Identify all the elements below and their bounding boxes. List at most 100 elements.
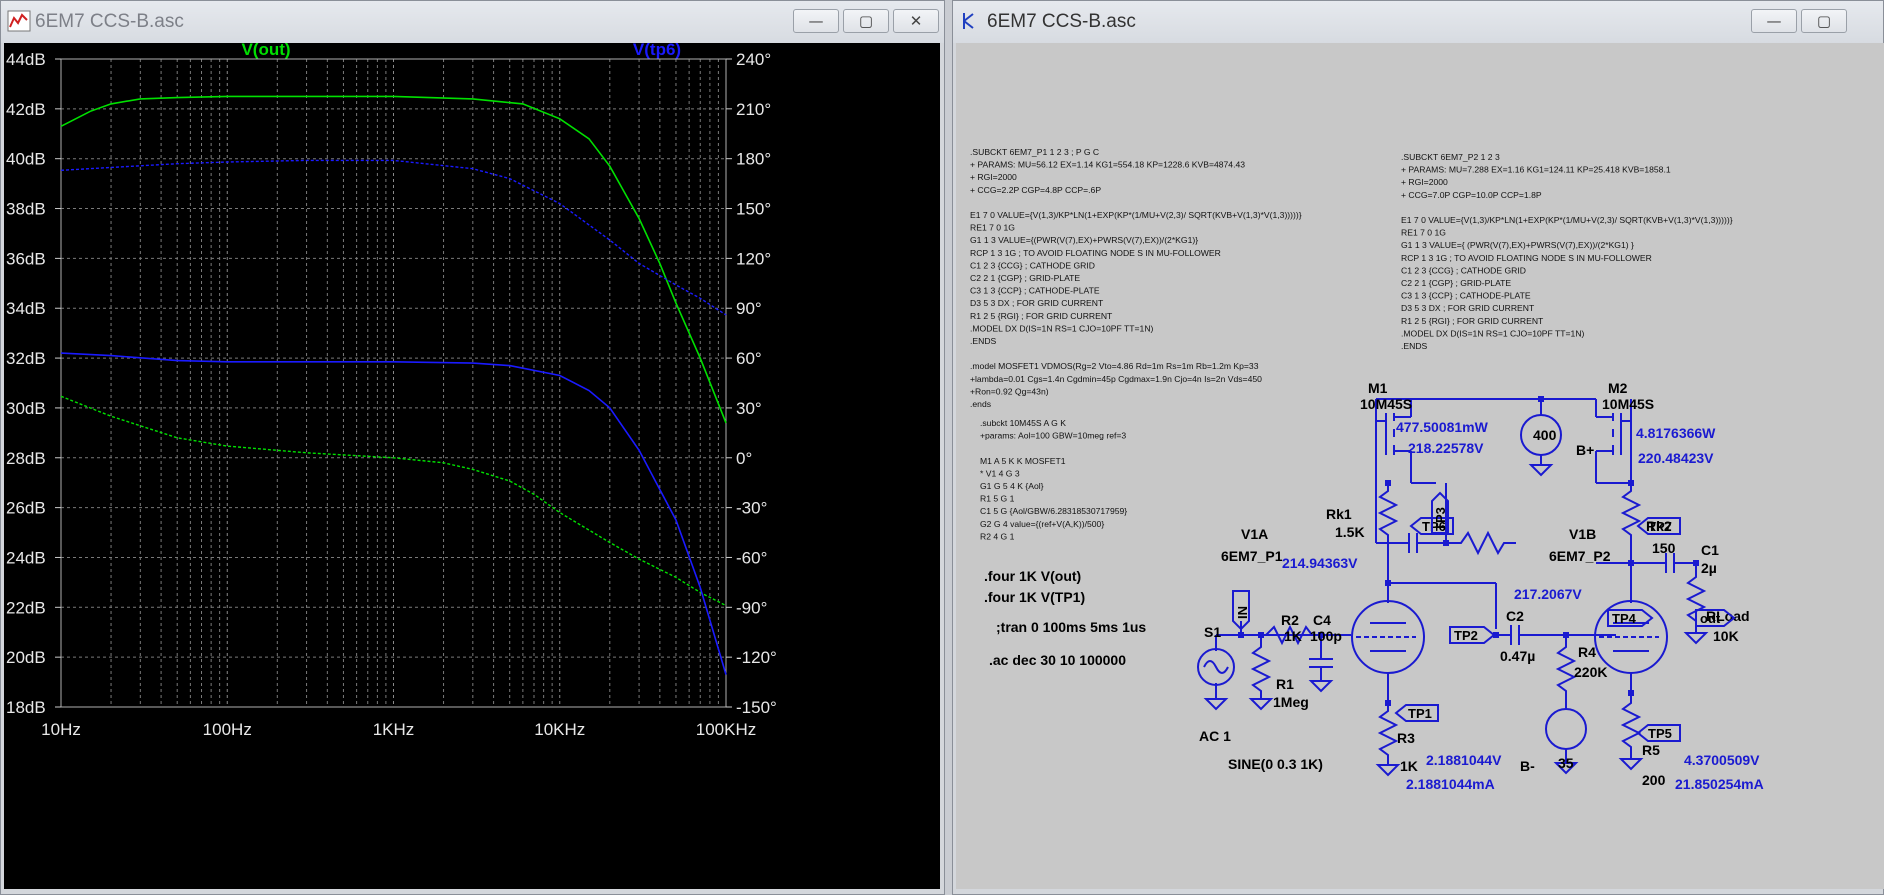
net-label-tp1[interactable]: TP1 <box>1394 704 1439 722</box>
y-left-tick-label: 34dB <box>6 299 46 318</box>
schematic-window-title: 6EM7 CCS-B.asc <box>987 11 1136 32</box>
label-r5: R5 <box>1642 742 1660 758</box>
label-m2: M2 <box>1608 380 1628 396</box>
svg-text:TP5: TP5 <box>1648 726 1672 741</box>
y-left-tick-label: 44dB <box>6 50 46 69</box>
netlist-block-left: .SUBCKT 6EM7_P1 1 2 3 ; P G C + PARAMS: M… <box>970 147 1302 409</box>
four-directive-out[interactable]: .four 1K V(out) <box>984 568 1081 584</box>
label-c2-val: 0.47µ <box>1500 648 1535 664</box>
label-r1: R1 <box>1276 676 1294 692</box>
y-left-tick-label: 30dB <box>6 399 46 418</box>
maximize-button[interactable]: ▢ <box>843 9 889 33</box>
netlist-line: RCP 1 3 1G ; TO AVOID FLOATING NODE S IN… <box>1401 253 1652 263</box>
netlist-line: .ends <box>970 399 991 409</box>
tp1-voltage-annotation[interactable]: 2.1881044V <box>1426 752 1502 768</box>
svg-text:TP7: TP7 <box>1648 519 1672 534</box>
y-right-tick-label: -30° <box>736 499 767 518</box>
v1b-grid-voltage-annotation[interactable]: 217.2067V <box>1514 586 1582 602</box>
y-right-tick-label: 150° <box>736 200 771 219</box>
net-label-tp7[interactable]: TP7 <box>1636 517 1681 535</box>
minimize-button[interactable]: — <box>1751 9 1797 33</box>
v1a-grid-voltage-annotation[interactable]: 214.94363V <box>1282 555 1358 571</box>
netlist-line: E1 7 0 VALUE={V(1,3)/KP*LN(1+EXP(KP*(1/M… <box>970 210 1302 220</box>
y-right-tick-label: -120° <box>736 648 777 667</box>
netlist-line: .SUBCKT 6EM7_P1 1 2 3 ; P G C <box>970 147 1099 157</box>
m2-voltage-annotation[interactable]: 220.48423V <box>1638 450 1714 466</box>
net-label-tp3[interactable]: TP3 <box>1431 491 1449 534</box>
schematic-icon <box>963 13 974 29</box>
close-button[interactable]: ✕ <box>893 9 939 33</box>
schematic-canvas[interactable]: .SUBCKT 6EM7_P1 1 2 3 ; P G C + PARAMS: M… <box>956 43 1884 889</box>
m2-power-annotation[interactable]: 4.8176366W <box>1636 425 1716 441</box>
maximize-button[interactable]: ▢ <box>1801 9 1847 33</box>
tp5-current-annotation[interactable]: 21.850254mA <box>1675 776 1764 792</box>
label-m1-part: 10M45S <box>1360 396 1412 412</box>
tran-directive[interactable]: ;tran 0 100ms 5ms 1us <box>996 619 1146 635</box>
svg-text:TP1: TP1 <box>1408 706 1432 721</box>
y-right-tick-label: -90° <box>736 598 767 617</box>
bminus-source-icon <box>1545 708 1587 750</box>
net-label-tp2[interactable]: TP2 <box>1449 626 1496 644</box>
y-right-tick-label: -60° <box>736 548 767 567</box>
netlist-line: + CCG=7.0P CGP=10.0P CCP=1.8P <box>1401 190 1542 200</box>
tp5-voltage-annotation[interactable]: 4.3700509V <box>1684 752 1760 768</box>
netlist-line: R2 4 G 1 <box>980 531 1015 541</box>
label-c1-val: 2µ <box>1701 560 1717 576</box>
label-r1-val: 1Meg <box>1273 694 1309 710</box>
label-bplus: B+ <box>1576 442 1594 458</box>
netlist-line: + PARAMS: MU=56.12 EX=1.14 KG1=554.18 KP… <box>970 160 1245 170</box>
netlist-line: G1 1 3 VALUE={ (PWR(V(7),EX)+PWRS(V(7),E… <box>1401 240 1634 250</box>
netlist-line: +lambda=0.01 Cgs=1.4n Cgdmin=45p Cgdmax=… <box>970 374 1262 384</box>
y-left-tick-label: 36dB <box>6 249 46 268</box>
y-left-tick-label: 18dB <box>6 698 46 717</box>
m1-power-annotation[interactable]: 477.50081mW <box>1396 419 1489 435</box>
netlist-block-sub: .subckt 10M45S A G K +params: Aol=100 GBW… <box>980 418 1127 541</box>
net-label-tp4[interactable]: TP4 <box>1607 609 1654 627</box>
label-v1a-part: 6EM7_P1 <box>1221 548 1283 564</box>
y-right-tick-label: 210° <box>736 100 771 119</box>
netlist-line: + RGI=2000 <box>970 172 1017 182</box>
netlist-line: D3 5 3 DX ; FOR GRID CURRENT <box>1401 303 1535 313</box>
label-m2-part: 10M45S <box>1602 396 1654 412</box>
netlist-line: .ENDS <box>1401 341 1428 351</box>
netlist-line: .MODEL DX D(IS=1N RS=1 CJO=10PF TT=1N) <box>1401 328 1585 338</box>
plot-titlebar[interactable]: 6EM7 CCS-B.asc — ▢ ✕ <box>1 1 944 43</box>
series-phase-1 <box>60 159 727 316</box>
x-tick-label: 1KHz <box>373 720 415 739</box>
ac-directive[interactable]: .ac dec 30 10 100000 <box>989 652 1126 668</box>
plot-area[interactable]: 44dB 42dB 40dB 38dB 36dB 34dB 32dB 30dB 28dB 26dB… <box>4 40 940 889</box>
netlist-block-right: .SUBCKT 6EM7_P2 1 2 3 + PARAMS: MU=7.288 … <box>1401 152 1733 351</box>
bode-plot[interactable]: 44dB 42dB 40dB 38dB 36dB 34dB 32dB 30dB 28dB 26dB… <box>4 40 940 889</box>
label-rk1-val: 1.5K <box>1335 524 1365 540</box>
svg-text:IN: IN <box>1235 606 1250 619</box>
y-left-tick-label: 38dB <box>6 200 46 219</box>
svg-text:out: out <box>1700 611 1721 626</box>
svg-text:TP2: TP2 <box>1454 628 1478 643</box>
label-r4: R4 <box>1578 644 1596 660</box>
netlist-line: C1 5 G {Aol/GBW/6.28318530717959} <box>980 506 1127 516</box>
plot-window[interactable]: 6EM7 CCS-B.asc — ▢ ✕ 44dB 42dB 40dB 38dB 36d… <box>0 0 945 895</box>
label-r3: R3 <box>1397 730 1415 746</box>
y-left-tick-label: 28dB <box>6 449 46 468</box>
x-tick-label: 100KHz <box>696 720 756 739</box>
y-left-tick-label: 40dB <box>6 150 46 169</box>
y-right-tick-label: 60° <box>736 349 762 368</box>
netlist-line: RE1 7 0 1G <box>1401 228 1446 238</box>
y-left-tick-label: 42dB <box>6 100 46 119</box>
label-bminus: B- <box>1520 758 1535 774</box>
schematic-window[interactable]: 6EM7 CCS-B.asc — ▢ .SUBCKT 6EM7_P1 1 2 3… <box>952 0 1884 895</box>
four-directive-tp1[interactable]: .four 1K V(TP1) <box>984 589 1085 605</box>
m1-voltage-annotation[interactable]: 218.22578V <box>1408 440 1484 456</box>
label-c1: C1 <box>1701 542 1719 558</box>
label-rload-val: 10K <box>1713 628 1739 644</box>
label-v1a: V1A <box>1241 526 1268 542</box>
netlist-line: .model MOSFET1 VDMOS(Rg=2 Vto=4.86 Rd=1m… <box>970 361 1259 371</box>
tp1-current-annotation[interactable]: 2.1881044mA <box>1406 776 1495 792</box>
label-r2: R2 <box>1281 612 1299 628</box>
net-label-tp5[interactable]: TP5 <box>1636 724 1681 742</box>
label-c2: C2 <box>1506 608 1524 624</box>
netlist-line: C2 2 1 {CGP} ; GRID-PLATE <box>1401 278 1511 288</box>
schematic-titlebar[interactable]: 6EM7 CCS-B.asc — ▢ <box>953 1 1883 43</box>
y-right-tick-label: 120° <box>736 249 771 268</box>
minimize-button[interactable]: — <box>793 9 839 33</box>
